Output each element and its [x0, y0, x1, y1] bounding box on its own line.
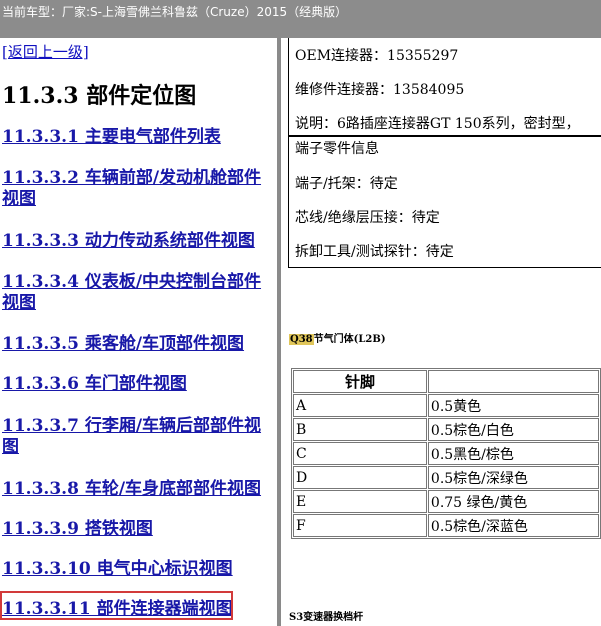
oem-connector: OEM连接器：15355297 — [295, 48, 459, 64]
section-title: 11.3.3 部件定位图 — [2, 83, 197, 109]
wire-color-cell: 0.5黄色 — [427, 394, 599, 417]
nav-link-11-3-3-1[interactable]: 11.3.3.1 主要电气部件列表 — [2, 127, 274, 148]
s3-caption: S3变速器换档杆 — [289, 612, 364, 623]
wire-crimp: 芯线/绝缘层压接：待定 — [295, 210, 440, 226]
pin-cell: A — [293, 394, 427, 417]
release-tool: 拆卸工具/测试探针：待定 — [295, 244, 454, 260]
selected-highlight — [0, 591, 233, 620]
q38-caption: Q38节气门体(L2B) — [289, 330, 386, 345]
nav-link-11-3-3-7[interactable]: 11.3.3.7 行李厢/车辆后部部件视图 — [2, 416, 274, 458]
table-row: B 0.5棕色/白色 — [293, 418, 599, 441]
table-header-row: 针脚 — [293, 370, 599, 393]
nav-link-11-3-3-3[interactable]: 11.3.3.3 动力传动系统部件视图 — [2, 231, 274, 252]
table-row: C 0.5黑色/棕色 — [293, 442, 599, 465]
pin-cell: C — [293, 442, 427, 465]
pin-cell: D — [293, 466, 427, 489]
content-frame[interactable]: OEM连接器：15355297 维修件连接器：13584095 说明：6路插座连… — [281, 38, 601, 626]
nav-link-11-3-3-10[interactable]: 11.3.3.10 电气中心标识视图 — [2, 559, 274, 580]
terminal-tray: 端子/托架：待定 — [295, 176, 398, 192]
nav-link-11-3-3-2[interactable]: 11.3.3.2 车辆前部/发动机舱部件视图 — [2, 168, 274, 210]
table-row: A 0.5黄色 — [293, 394, 599, 417]
terminal-info-box: 端子零件信息 端子/托架：待定 芯线/绝缘层压接：待定 拆卸工具/测试探针：待定 — [288, 136, 601, 268]
wire-color-cell: 0.5棕色/深蓝色 — [427, 514, 599, 537]
wire-color-cell: 0.75 绿色/黄色 — [427, 490, 599, 513]
nav-link-11-3-3-9[interactable]: 11.3.3.9 搭铁视图 — [2, 519, 274, 540]
q38-label: 节气门体(L2B) — [313, 334, 386, 345]
nav-link-11-3-3-5[interactable]: 11.3.3.5 乘客舱/车顶部件视图 — [2, 334, 274, 355]
pin-table: 针脚 A 0.5黄色 B 0.5棕色/白色 C 0.5黑色/棕色 D 0.5棕色… — [291, 368, 601, 539]
vehicle-title: 当前车型：厂家:S-上海雪佛兰科鲁兹（Cruze）2015（经典版） — [2, 5, 348, 19]
wire-color-cell: 0.5棕色/深绿色 — [427, 466, 599, 489]
pin-cell: B — [293, 418, 427, 441]
wire-color-cell: 0.5棕色/白色 — [427, 418, 599, 441]
connector-description: 说明：6路插座连接器GT 150系列，密封型， — [295, 116, 580, 132]
pin-header: 针脚 — [293, 370, 427, 393]
pin-cell: E — [293, 490, 427, 513]
q38-code: Q38 — [289, 334, 314, 345]
nav-frame[interactable]: [返回上一级] 11.3.3 部件定位图 11.3.3.1 主要电气部件列表 1… — [0, 38, 276, 626]
table-row: E 0.75 绿色/黄色 — [293, 490, 599, 513]
nav-link-11-3-3-4[interactable]: 11.3.3.4 仪表板/中央控制台部件视图 — [2, 272, 274, 314]
terminal-info-title: 端子零件信息 — [295, 141, 379, 157]
nav-link-11-3-3-8[interactable]: 11.3.3.8 车轮/车身底部部件视图 — [2, 479, 274, 500]
service-connector: 维修件连接器：13584095 — [295, 82, 465, 98]
table-row: D 0.5棕色/深绿色 — [293, 466, 599, 489]
table-row: F 0.5棕色/深蓝色 — [293, 514, 599, 537]
top-bar: 当前车型：厂家:S-上海雪佛兰科鲁兹（Cruze）2015（经典版） — [0, 0, 601, 38]
nav-link-11-3-3-6[interactable]: 11.3.3.6 车门部件视图 — [2, 374, 274, 395]
pin-cell: F — [293, 514, 427, 537]
wire-color-cell: 0.5黑色/棕色 — [427, 442, 599, 465]
color-header — [427, 370, 599, 393]
connector-info-box: OEM连接器：15355297 维修件连接器：13584095 说明：6路插座连… — [288, 38, 601, 136]
back-link[interactable]: [返回上一级] — [2, 41, 89, 62]
